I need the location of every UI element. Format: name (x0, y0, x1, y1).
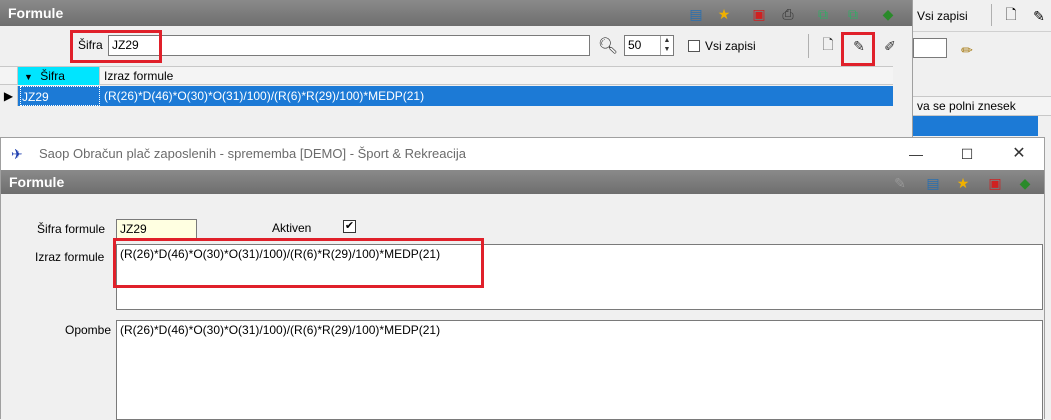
exit-icon[interactable]: ◆ (878, 4, 898, 24)
notes-label: Opombe (65, 323, 112, 337)
secondary-pen-icon[interactable]: ✏ (957, 40, 977, 60)
dialog-table-icon[interactable]: ▤ (923, 173, 943, 193)
highlight-formula (113, 238, 484, 288)
cell-code[interactable]: JZ29 (20, 86, 100, 106)
new-record-icon[interactable]: 🗋︎ (818, 36, 838, 56)
column-header-formula[interactable]: Izraz formule (102, 67, 502, 85)
active-checkbox[interactable]: ✔ (343, 220, 356, 233)
dialog-star-icon[interactable]: ★ (953, 173, 973, 193)
all-records-label: Vsi zapisi (705, 39, 756, 53)
dialog-header: Formule (1, 170, 1044, 194)
secondary-new-icon[interactable]: 🗋︎ (1001, 6, 1021, 26)
secondary-column-header[interactable]: va se polni znesek (913, 96, 1051, 116)
paste-icon[interactable]: ⧉ (843, 4, 863, 24)
secondary-window: Vsi zapisi 🗋︎ ✎ ✏ va se polni znesek (913, 0, 1051, 140)
search-icon[interactable]: 🔍︎ (598, 36, 618, 56)
search-input[interactable]: JZ29 (108, 35, 590, 56)
notes-textarea[interactable]: (R(26)*D(46)*O(30)*O(31)/100)/(R(6)*R(29… (116, 320, 1043, 420)
sort-desc-icon: ▼ (24, 72, 33, 82)
delete-icon[interactable]: ▣ (749, 4, 769, 24)
favorite-star-icon[interactable]: ★ (714, 4, 734, 24)
all-records-checkbox[interactable] (688, 40, 700, 52)
grid-header: ▼ Šifra Izraz formule (0, 66, 893, 85)
dialog-edit-icon[interactable]: ✎ (890, 173, 910, 193)
highlight-edit (841, 32, 875, 66)
maximize-icon[interactable]: ☐ (957, 138, 977, 170)
secondary-input[interactable] (913, 38, 947, 58)
close-icon[interactable]: ✕ (1009, 138, 1029, 170)
dialog-delete-icon[interactable]: ▣ (985, 173, 1005, 193)
code-label: Šifra formule (37, 222, 106, 236)
table-row[interactable]: ▶ JZ29 (R(26)*D(46)*O(30)*O(31)/100)/(R(… (0, 86, 893, 106)
column-header-code[interactable]: ▼ Šifra (18, 67, 100, 85)
formula-label: Izraz formule (35, 250, 105, 264)
dialog-window-titlebar: ✈ Saop Obračun plač zaposlenih - spremem… (1, 138, 1044, 170)
secondary-divider (991, 4, 992, 26)
highlight-search (70, 30, 162, 63)
list-window-title: Formule (0, 0, 912, 26)
edit-formula-dialog: ✈ Saop Obračun plač zaposlenih - spremem… (0, 137, 1045, 420)
dialog-exit-icon[interactable]: ◆ (1015, 173, 1035, 193)
minimize-icon[interactable]: — (906, 138, 926, 170)
row-pointer-icon: ▶ (0, 86, 18, 106)
app-logo-icon: ✈ (11, 146, 23, 162)
print-icon[interactable]: ⎙ (778, 4, 798, 24)
secondary-edit-icon[interactable]: ✎ (1029, 6, 1049, 26)
formule-list-window: Formule ▤ ★ ▣ ⎙ ⧉ ⧉ ◆ Šifra JZ29 🔍︎ 50 ▲… (0, 0, 913, 140)
dialog-window-title: Saop Obračun plač zaposlenih - sprememba… (39, 146, 467, 161)
row-indicator-header (0, 67, 18, 85)
secondary-selected-row[interactable] (913, 116, 1038, 136)
page-size-stepper[interactable]: ▲ ▼ (660, 36, 673, 55)
code-field[interactable]: JZ29 (116, 219, 197, 239)
copy-icon[interactable]: ⧉ (813, 4, 833, 24)
multi-edit-icon[interactable]: ✐ (880, 36, 900, 56)
table-view-icon[interactable]: ▤ (686, 4, 706, 24)
active-label: Aktiven (272, 221, 312, 235)
column-header-code-label: Šifra (40, 69, 65, 83)
cell-formula[interactable]: (R(26)*D(46)*O(30)*O(31)/100)/(R(6)*R(29… (104, 86, 804, 106)
secondary-all-records-label: Vsi zapisi (917, 9, 968, 23)
toolbar-divider (808, 34, 809, 58)
